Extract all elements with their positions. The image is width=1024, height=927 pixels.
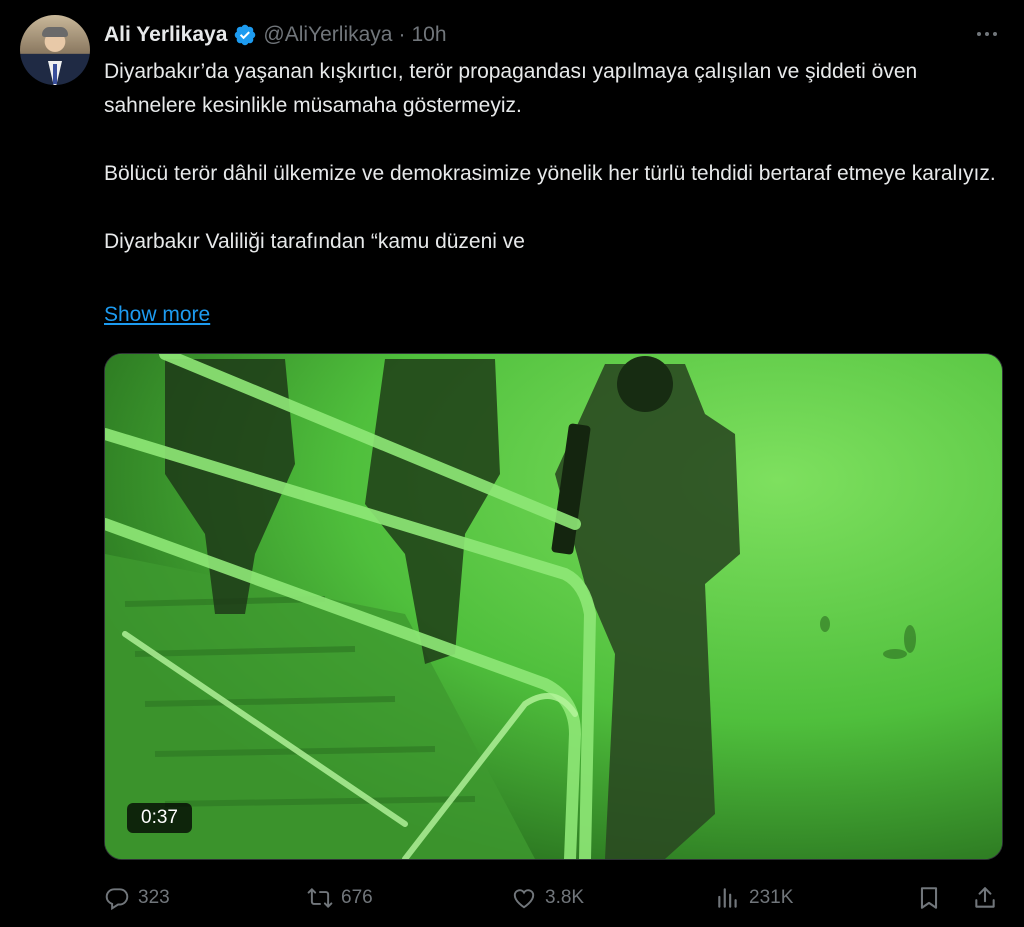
video-player[interactable]: 0:37 [104,353,1003,860]
reply-count: 323 [138,887,170,908]
tweet-paragraph-2: Bölücü terör dâhil ülkemize ve demokrasi… [104,162,996,185]
share-button[interactable] [972,878,998,918]
more-icon[interactable] [970,22,1004,46]
like-count: 3.8K [545,887,585,908]
bookmark-button[interactable] [916,878,942,918]
bookmark-icon [920,887,938,909]
views-button[interactable]: 231K [715,878,793,918]
repost-count: 676 [341,887,373,908]
avatar[interactable] [20,15,90,85]
reply-icon [105,888,129,911]
action-bar: 323 676 3.8K 231K [104,878,1004,918]
repost-icon [307,888,333,908]
tweet-text: Diyarbakır’da yaşanan kışkırtıcı, terör … [104,55,1004,259]
repost-button[interactable]: 676 [307,878,373,918]
separator-dot: · [398,23,406,46]
reply-button[interactable]: 323 [104,878,170,918]
tweet-paragraph-1: Diyarbakır’da yaşanan kışkırtıcı, terör … [104,60,918,117]
author-handle[interactable]: @AliYerlikaya [263,23,392,47]
views-count: 231K [749,887,794,908]
author-name[interactable]: Ali Yerlikaya [104,23,227,47]
heart-icon [513,889,535,909]
views-icon [718,888,737,908]
tweet: Ali Yerlikaya @AliYerlikaya · 10h Diyarb… [0,0,1024,927]
tweet-time[interactable]: 10h [411,23,446,47]
tweet-header: Ali Yerlikaya @AliYerlikaya · 10h [104,20,447,50]
video-thumbnail [105,354,1002,859]
like-button[interactable]: 3.8K [511,878,584,918]
share-icon [975,887,995,908]
verified-badge-icon[interactable] [233,23,257,47]
video-duration: 0:37 [127,803,192,833]
tweet-paragraph-3: Diyarbakır Valiliği tarafından “kamu düz… [104,230,525,253]
show-more-link[interactable]: Show more [104,298,210,332]
